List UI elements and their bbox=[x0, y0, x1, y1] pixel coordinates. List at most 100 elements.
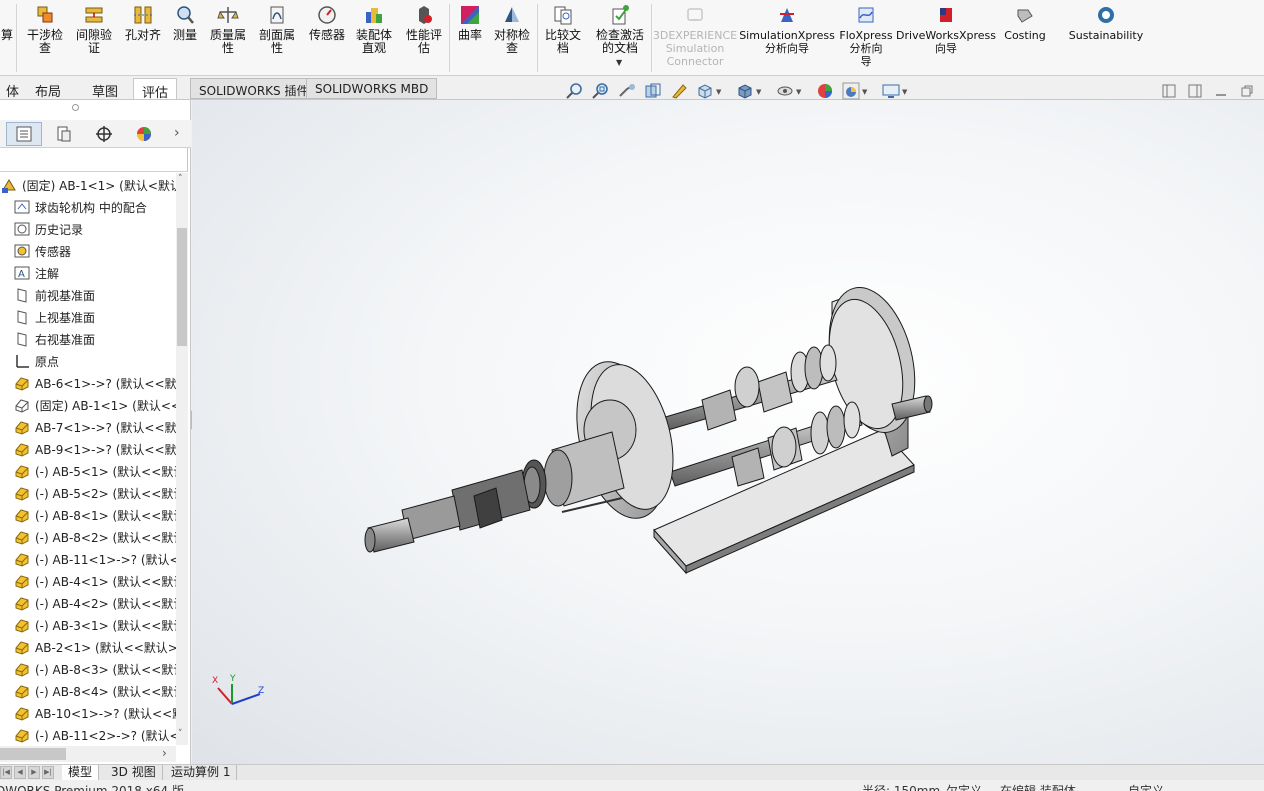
tree-node[interactable]: AB-9<1>->? (默认<<默认 bbox=[0, 438, 176, 460]
section-properties-button[interactable]: 剖面属 性 bbox=[255, 4, 299, 55]
next-tab-icon[interactable]: ▶ bbox=[28, 766, 40, 779]
edit-appearance-icon[interactable] bbox=[815, 81, 835, 101]
tree-node[interactable]: AB-6<1>->? (默认<<默认 bbox=[0, 372, 176, 394]
view-orientation-icon[interactable] bbox=[695, 81, 715, 101]
tab-displaymanager[interactable] bbox=[126, 122, 162, 146]
tree-node[interactable]: (-) AB-8<3> (默认<<默认 bbox=[0, 658, 176, 680]
interference-check-button[interactable]: 干涉检 查 bbox=[24, 4, 66, 55]
ribbon-item-label: 干涉检 查 bbox=[26, 28, 63, 55]
chevron-down-icon[interactable]: ▼ bbox=[796, 88, 801, 96]
prev-tab-icon[interactable]: ◀ bbox=[14, 766, 26, 779]
tile-right-icon[interactable] bbox=[1188, 84, 1202, 98]
tree-node[interactable]: (-) AB-8<4> (默认<<默认 bbox=[0, 680, 176, 702]
check-doc-dropdown-arrow[interactable]: ▼ bbox=[616, 58, 622, 67]
tab-sketch[interactable]: 草图 bbox=[84, 78, 126, 100]
simulationxpress-button[interactable]: SimulationXpress 分析向导 bbox=[739, 4, 835, 55]
tree-node[interactable]: (固定) AB-1<1> (默认<默认_5 bbox=[0, 174, 176, 196]
scroll-right-icon[interactable]: › bbox=[162, 746, 167, 760]
tree-node[interactable]: (-) AB-4<1> (默认<<默认 bbox=[0, 570, 176, 592]
chevron-down-icon[interactable]: ▼ bbox=[756, 88, 761, 96]
tree-node[interactable]: (-) AB-11<2>->? (默认< bbox=[0, 724, 176, 745]
tree-node[interactable]: 传感器 bbox=[0, 240, 176, 262]
tree-node[interactable]: (-) AB-3<1> (默认<<默认 bbox=[0, 614, 176, 636]
chevron-down-icon[interactable]: ▼ bbox=[902, 88, 907, 96]
tab-featuremanager[interactable] bbox=[6, 122, 42, 146]
last-tab-icon[interactable]: ▶| bbox=[42, 766, 54, 779]
tree-node[interactable]: 上视基准面 bbox=[0, 306, 176, 328]
tree-node[interactable]: (-) AB-8<1> (默认<<默认 bbox=[0, 504, 176, 526]
sustainability-button[interactable]: Sustainability bbox=[1068, 4, 1144, 42]
dynamic-annotation-icon[interactable] bbox=[669, 81, 689, 101]
tree-vertical-scrollbar[interactable]: ˄ ˅ bbox=[176, 173, 188, 745]
tree-node[interactable]: AB-2<1> (默认<<默认>_ bbox=[0, 636, 176, 658]
panel-grip-icon[interactable] bbox=[72, 104, 79, 111]
tile-left-icon[interactable] bbox=[1162, 84, 1176, 98]
sensor-button[interactable]: 传感器 bbox=[305, 4, 349, 42]
chevron-down-icon[interactable]: ▼ bbox=[716, 88, 721, 96]
apply-scene-icon[interactable] bbox=[841, 81, 861, 101]
tree-horizontal-scrollbar[interactable]: › bbox=[0, 746, 176, 762]
assembly-model-render[interactable] bbox=[192, 100, 1264, 764]
chevron-down-icon[interactable]: ▼ bbox=[862, 88, 867, 96]
tree-node[interactable]: (固定) AB-1<1> (默认<< bbox=[0, 394, 176, 416]
symmetry-check-button[interactable]: 对称检 查 bbox=[490, 4, 534, 55]
hole-alignment-button[interactable]: 孔对齐 bbox=[122, 4, 164, 42]
tree-filter-input[interactable] bbox=[0, 148, 188, 172]
tab-solidworks-addins[interactable]: SOLIDWORKS 插件 bbox=[190, 78, 318, 99]
check-active-document-button[interactable]: 检查激活 的文档 bbox=[592, 4, 648, 55]
tree-node[interactable]: 球齿轮机构 中的配合 bbox=[0, 196, 176, 218]
tab-configurationmanager[interactable] bbox=[86, 122, 122, 146]
performance-evaluation-button[interactable]: 性能评 估 bbox=[403, 4, 445, 55]
curvature-button[interactable]: 曲率 bbox=[455, 4, 485, 42]
costing-button[interactable]: Costing bbox=[998, 4, 1052, 42]
compare-documents-button[interactable]: 比较文 档 bbox=[542, 4, 584, 55]
tab-body[interactable]: 体 bbox=[0, 78, 27, 100]
tree-node[interactable]: AB-10<1>->? (默认<<默 bbox=[0, 702, 176, 724]
assembly-visualization-button[interactable]: 装配体 直观 bbox=[352, 4, 396, 55]
tab-solidworks-mbd[interactable]: SOLIDWORKS MBD bbox=[306, 78, 438, 99]
tab-evaluate[interactable]: 评估 bbox=[133, 78, 178, 101]
tree-node[interactable]: 历史记录 bbox=[0, 218, 176, 240]
tab-propertymanager[interactable] bbox=[46, 122, 82, 146]
tree-node[interactable]: (-) AB-11<1>->? (默认< bbox=[0, 548, 176, 570]
view-settings-icon[interactable] bbox=[881, 81, 901, 101]
part-icon bbox=[15, 575, 29, 589]
tab-3d-view[interactable]: 3D 视图 bbox=[105, 765, 163, 781]
section-icon bbox=[270, 6, 284, 24]
tree-node[interactable]: 前视基准面 bbox=[0, 284, 176, 306]
tree-node[interactable]: (-) AB-8<2> (默认<<默认 bbox=[0, 526, 176, 548]
clearance-verification-button[interactable]: 间隙验 证 bbox=[72, 4, 116, 55]
tree-node[interactable]: 原点 bbox=[0, 350, 176, 372]
tree-node[interactable]: (-) AB-5<2> (默认<<默认 bbox=[0, 482, 176, 504]
tree-scroll-thumb[interactable] bbox=[177, 228, 187, 346]
restore-icon[interactable] bbox=[1240, 84, 1254, 98]
scroll-up-icon[interactable]: ˄ bbox=[178, 174, 183, 184]
tab-motion-study-1[interactable]: 运动算例 1 bbox=[165, 765, 238, 781]
graphics-viewport[interactable]: X Y Z bbox=[192, 100, 1264, 764]
tree-node[interactable]: (-) AB-5<1> (默认<<默认 bbox=[0, 460, 176, 482]
tree-node[interactable]: 右视基准面 bbox=[0, 328, 176, 350]
tree-node[interactable]: (-) AB-4<2> (默认<<默认 bbox=[0, 592, 176, 614]
mass-properties-button[interactable]: 质量属 性 bbox=[206, 4, 250, 55]
compare-icon bbox=[554, 6, 572, 25]
status-units-custom[interactable]: 自定义 bbox=[1128, 782, 1164, 791]
hide-show-items-icon[interactable] bbox=[775, 81, 795, 101]
ribbon-cut-item[interactable]: 算 bbox=[0, 4, 14, 42]
display-style-icon[interactable] bbox=[735, 81, 755, 101]
driveworksxpress-button[interactable]: DriveWorksXpress 向导 bbox=[896, 4, 996, 55]
panel-tabs-chevron-right-icon[interactable]: › bbox=[174, 125, 180, 141]
tree-node[interactable]: A 注解 bbox=[0, 262, 176, 284]
zoom-to-area-icon[interactable] bbox=[591, 81, 611, 101]
minimize-icon[interactable] bbox=[1214, 84, 1228, 98]
zoom-to-fit-icon[interactable] bbox=[565, 81, 585, 101]
tab-model[interactable]: 模型 bbox=[62, 765, 100, 781]
tree-hscroll-thumb[interactable] bbox=[0, 748, 66, 760]
tab-layout[interactable]: 布局 bbox=[27, 78, 69, 100]
floxpress-button[interactable]: FloXpress 分析向 导 bbox=[836, 4, 896, 68]
scroll-down-icon[interactable]: ˅ bbox=[178, 729, 183, 739]
first-tab-icon[interactable]: |◀ bbox=[0, 766, 12, 779]
measure-button[interactable]: 测量 bbox=[170, 4, 200, 42]
section-view-icon[interactable] bbox=[643, 81, 663, 101]
tree-node[interactable]: AB-7<1>->? (默认<<默认 bbox=[0, 416, 176, 438]
previous-view-icon[interactable] bbox=[617, 81, 637, 101]
